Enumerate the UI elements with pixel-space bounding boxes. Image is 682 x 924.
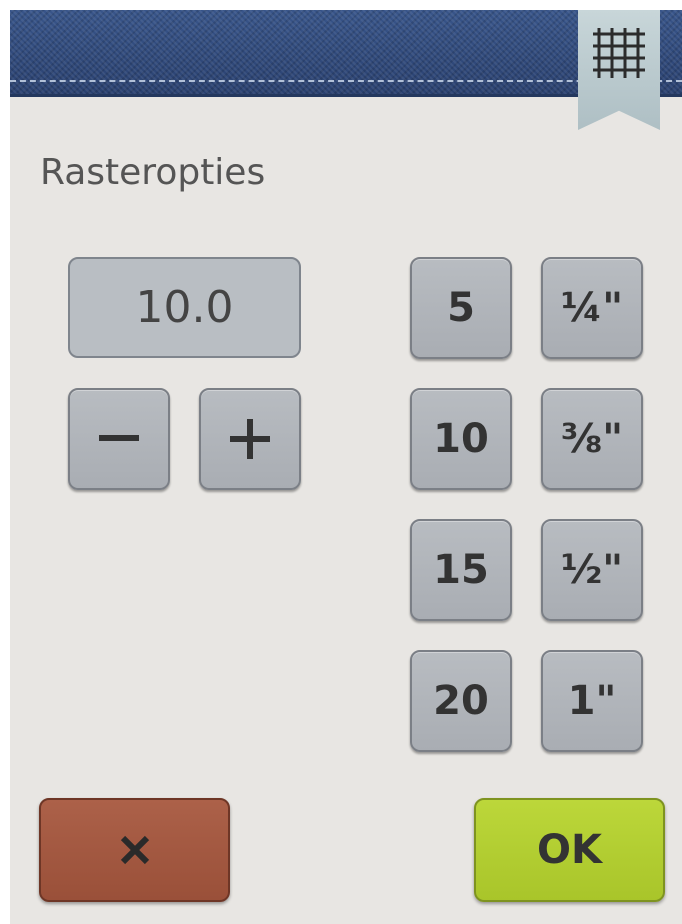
grid-bookmark-tab[interactable] [578, 10, 660, 130]
minus-icon [99, 435, 139, 441]
preset-one-inch-button[interactable]: 1" [541, 650, 643, 752]
preset-10-button[interactable]: 10 [410, 388, 512, 490]
grid-size-value-field[interactable]: 10.0 [68, 257, 301, 358]
cancel-button[interactable] [39, 798, 230, 902]
dialog-title: Rasteropties [40, 152, 266, 193]
grid-icon [593, 28, 645, 78]
close-icon [120, 835, 149, 865]
preset-quarter-inch-button[interactable]: ¼" [541, 257, 643, 359]
preset-5-button[interactable]: 5 [410, 257, 512, 359]
decrease-button[interactable] [68, 388, 170, 490]
ok-button[interactable]: OK [474, 798, 665, 902]
preset-half-inch-button[interactable]: ½" [541, 519, 643, 621]
preset-20-button[interactable]: 20 [410, 650, 512, 752]
preset-three-eighths-inch-button[interactable]: ⅜" [541, 388, 643, 490]
preset-15-button[interactable]: 15 [410, 519, 512, 621]
grid-options-dialog: Rasteropties 10.0 5 ¼" 10 ⅜" 15 ½" 20 1"… [10, 10, 682, 924]
increase-button[interactable] [199, 388, 301, 490]
plus-icon [230, 419, 270, 459]
